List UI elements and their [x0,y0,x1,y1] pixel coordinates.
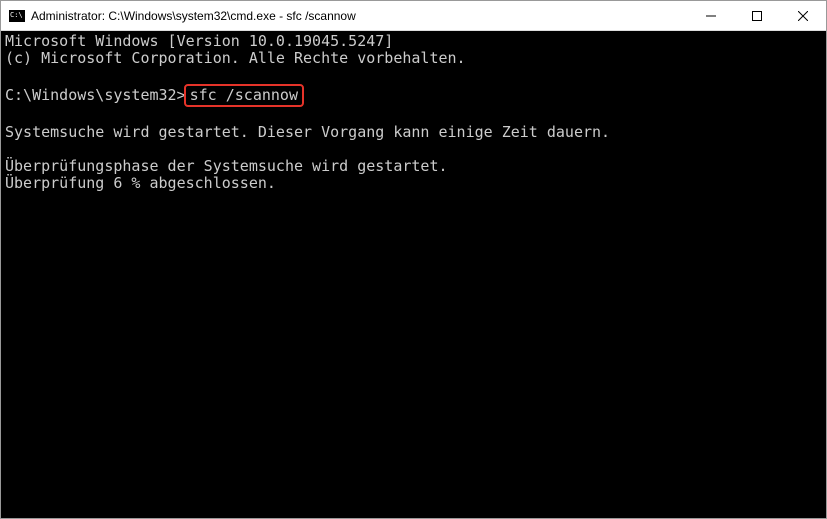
window-title: Administrator: C:\Windows\system32\cmd.e… [31,9,688,23]
highlighted-command: sfc /scannow [184,84,304,107]
terminal-output[interactable]: Microsoft Windows [Version 10.0.19045.52… [1,31,826,518]
version-line: Microsoft Windows [Version 10.0.19045.52… [5,32,393,50]
command-text: sfc /scannow [190,86,298,104]
command-prompt: C:\Windows\system32> [5,86,186,104]
maximize-button[interactable] [734,1,780,30]
minimize-button[interactable] [688,1,734,30]
window-controls [688,1,826,30]
window-titlebar: Administrator: C:\Windows\system32\cmd.e… [1,1,826,31]
copyright-line: (c) Microsoft Corporation. Alle Rechte v… [5,49,466,67]
verification-phase-line: Überprüfungsphase der Systemsuche wird g… [5,157,448,175]
progress-line: Überprüfung 6 % abgeschlossen. [5,174,276,192]
scan-start-line: Systemsuche wird gestartet. Dieser Vorga… [5,123,610,141]
close-button[interactable] [780,1,826,30]
cmd-icon [9,10,25,22]
